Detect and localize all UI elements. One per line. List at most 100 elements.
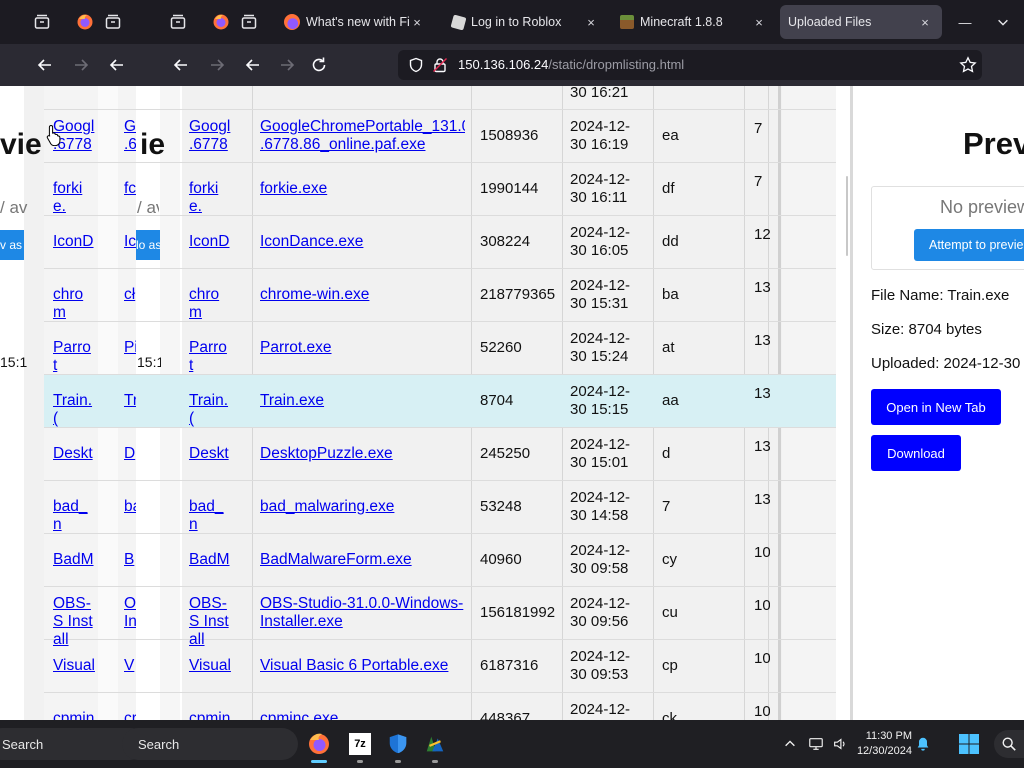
firefox-pinned-tab-icon[interactable]	[70, 6, 100, 38]
insecure-lock-icon[interactable]	[432, 57, 448, 73]
show-hidden-icons-chevron-icon[interactable]	[776, 730, 804, 758]
table-row: BadM B BadM BadMalwareForm.exe 40960 2024-12-…	[0, 534, 850, 587]
ghost-file-link[interactable]: Pi	[124, 339, 136, 357]
file-name-link[interactable]: Train.exe	[260, 392, 465, 410]
ghost-file-link[interactable]: Visual	[53, 657, 95, 675]
tab-whats-new-firefox[interactable]: What's new with Firefo ×	[276, 5, 434, 39]
ghost-file-link[interactable]: Tr	[124, 392, 136, 410]
reload-button[interactable]	[305, 52, 333, 78]
tab-close-icon[interactable]: ×	[918, 15, 932, 30]
ghost-file-link[interactable]: Ic	[124, 233, 136, 251]
table-row: Parrot Pi Parrot Parrot.exe 52260 2024-12-30 …	[0, 322, 850, 375]
back-button[interactable]	[239, 52, 267, 78]
upload-time-cell: 30 16:19	[570, 136, 629, 153]
file-name-link[interactable]: forkie.exe	[260, 180, 465, 198]
upload-time-cell: 30 15:31	[570, 295, 629, 312]
file-name-truncated-link[interactable]: IconD	[189, 233, 231, 251]
search-icon[interactable]	[994, 730, 1024, 758]
file-name-truncated-link[interactable]: BadM	[189, 551, 231, 569]
file-name-truncated-link[interactable]: forkie.	[189, 180, 231, 216]
forward-button[interactable]	[67, 52, 95, 78]
back-button[interactable]	[167, 52, 195, 78]
ghost-file-link[interactable]: Train.(	[53, 392, 95, 428]
file-name-truncated-link[interactable]: Googl .6778	[189, 118, 231, 154]
windows-security-taskbar-icon[interactable]	[384, 730, 412, 763]
notification-bell-icon[interactable]	[909, 730, 937, 758]
ghost-file-link[interactable]: IconD	[53, 233, 95, 251]
ghost-file-link[interactable]: chrom	[53, 286, 95, 322]
system-clock[interactable]: 11:30 PM 12/30/2024	[850, 729, 912, 759]
extra-cell: 13	[754, 438, 770, 455]
file-name-link[interactable]: GoogleChromePortable_131.0 .6778.86_onli…	[260, 118, 465, 154]
tab-overview-icon[interactable]	[27, 6, 57, 38]
attempt-preview-button[interactable]: Attempt to previe	[914, 229, 1024, 261]
ghost-file-link[interactable]: forkie.	[53, 180, 95, 216]
forward-button[interactable]	[273, 52, 301, 78]
tab-minecraft[interactable]: Minecraft 1.8.8 ×	[612, 5, 776, 39]
open-in-new-tab-button[interactable]: Open in New Tab	[871, 389, 1001, 425]
ghost-file-link[interactable]: BadM	[53, 551, 95, 569]
address-bar[interactable]: 150.136.106.24/static/dropmlisting.html	[398, 50, 982, 80]
file-name-label: File Name: Train.exe	[871, 287, 1010, 304]
shield-icon[interactable]	[408, 57, 424, 73]
ghost-file-link[interactable]: D	[124, 445, 136, 463]
tab-close-icon[interactable]: ×	[410, 15, 424, 30]
list-all-tabs-button[interactable]	[988, 6, 1018, 38]
file-name-link[interactable]: Parrot.exe	[260, 339, 465, 357]
tab-roblox-login[interactable]: Log in to Roblox ×	[444, 5, 608, 39]
file-name-link[interactable]: IconDance.exe	[260, 233, 465, 251]
download-button[interactable]: Download	[871, 435, 961, 471]
file-name-link[interactable]: chrome-win.exe	[260, 286, 465, 304]
7zip-taskbar-icon[interactable]: 7z	[346, 730, 374, 763]
ghost-file-link[interactable]: B	[124, 551, 136, 569]
upload-date-cell: 2024-12-	[570, 118, 631, 135]
tab-overview-icon[interactable]	[234, 6, 264, 38]
ghost-file-link[interactable]: ba	[124, 498, 136, 516]
ghost-file-link[interactable]: Deskt	[53, 445, 95, 463]
ghost-file-link[interactable]: Parrot	[53, 339, 95, 375]
back-button[interactable]	[31, 52, 59, 78]
bookmark-star-button[interactable]	[954, 52, 982, 78]
tab-overview-icon[interactable]	[98, 6, 128, 38]
firefox-icon	[284, 14, 300, 30]
minimize-button[interactable]: —	[950, 6, 980, 38]
tab-uploaded-files[interactable]: Uploaded Files ×	[780, 5, 942, 39]
url-text[interactable]: 150.136.106.24/static/dropmlisting.html	[458, 57, 684, 72]
ghost-file-link[interactable]: O In	[124, 595, 136, 631]
app-taskbar-icon[interactable]	[421, 730, 449, 763]
tab-close-icon[interactable]: ×	[752, 15, 766, 30]
upload-date-cell: 2024-12-	[570, 224, 631, 241]
file-name-link[interactable]: BadMalwareForm.exe	[260, 551, 465, 569]
ghost-file-link[interactable]: cr	[124, 710, 136, 720]
file-name-truncated-link[interactable]: bad_n	[189, 498, 231, 534]
ghost-file-link[interactable]: bad_n	[53, 498, 95, 534]
firefox-pinned-tab-icon[interactable]	[206, 6, 236, 38]
star-icon	[959, 56, 977, 73]
firefox-taskbar-icon[interactable]	[305, 730, 333, 763]
file-name-link[interactable]: OBS-Studio-31.0.0-Windows-Installer.exe	[260, 595, 465, 631]
file-name-truncated-link[interactable]: Deskt	[189, 445, 231, 463]
url-host: 150.136.106.24	[458, 57, 549, 72]
file-name-truncated-link[interactable]: Train.(	[189, 392, 231, 428]
ghost-file-link[interactable]: cł	[124, 286, 136, 304]
file-name-truncated-link[interactable]: chrom	[189, 286, 231, 322]
back-button[interactable]	[103, 52, 131, 78]
file-name-truncated-link[interactable]: cpmin	[189, 710, 231, 720]
ghost-file-link[interactable]: cpmin	[53, 710, 95, 720]
taskbar-search-box[interactable]: Search	[122, 728, 298, 760]
tab-overview-icon[interactable]	[163, 6, 193, 38]
file-name-truncated-link[interactable]: Parrot	[189, 339, 231, 375]
file-name-link[interactable]: bad_malwaring.exe	[260, 498, 465, 516]
windows-start-icon[interactable]	[955, 730, 983, 758]
file-name-truncated-link[interactable]: Visual	[189, 657, 231, 675]
file-name-link[interactable]: cpminc.exe	[260, 710, 465, 720]
file-name-link[interactable]: DesktopPuzzle.exe	[260, 445, 465, 463]
ghost-file-link[interactable]: V	[124, 657, 136, 675]
reload-icon	[312, 57, 326, 72]
ghost-file-link[interactable]: fc	[124, 180, 136, 198]
forward-button[interactable]	[203, 52, 231, 78]
file-id-cell: cu	[662, 604, 678, 621]
file-name-link[interactable]: Visual Basic 6 Portable.exe	[260, 657, 465, 675]
ghost-file-link[interactable]: G .6	[124, 118, 136, 154]
tab-close-icon[interactable]: ×	[584, 15, 598, 30]
